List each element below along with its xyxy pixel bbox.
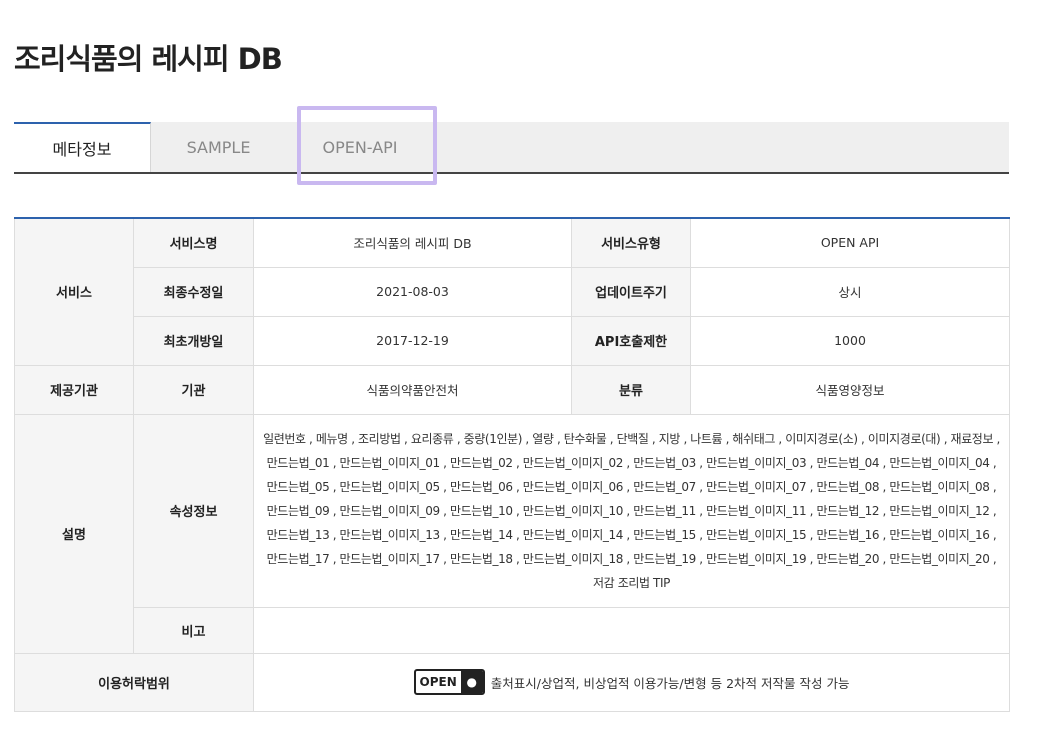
license-scope-label: 이용허락범위: [14, 652, 254, 712]
last-modified-value: 2021-08-03: [253, 266, 572, 317]
table-row: 서비스 서비스명 조리식품의 레시피 DB 서비스유형 OPEN API: [14, 217, 1010, 366]
table-row: 비고: [15, 606, 1010, 654]
attribute-info-label: 속성정보: [133, 413, 254, 608]
api-limit-value: 1000: [690, 315, 1010, 366]
attribution-person-icon: ●: [460, 671, 483, 693]
open-license-badge: OPEN ●: [413, 669, 485, 695]
service-name-label: 서비스명: [133, 217, 254, 268]
page-title: 조리식품의 레시피 DB: [14, 42, 283, 76]
first-open-label: 최초개방일: [133, 315, 254, 366]
provider-group-header: 제공기관: [14, 364, 134, 415]
tab-bar: 메타정보 SAMPLE OPEN-API: [14, 122, 1009, 174]
tab-sample[interactable]: SAMPLE: [151, 122, 286, 172]
category-value: 식품영양정보: [690, 364, 1010, 415]
note-label: 비고: [133, 606, 254, 654]
update-cycle-value: 상시: [690, 266, 1010, 317]
license-description: 출처표시/상업적, 비상업적 이용가능/변형 등 2차적 저작물 작성 가능: [490, 675, 850, 691]
update-cycle-label: 업데이트주기: [571, 266, 691, 317]
org-value: 식품의약품안전처: [253, 364, 572, 415]
api-limit-label: API호출제한: [571, 315, 691, 366]
category-label: 분류: [571, 364, 691, 415]
note-value: [253, 606, 1010, 654]
attribute-info-value: 일련번호 , 메뉴명 , 조리방법 , 요리종류 , 중량(1인분) , 열량 …: [253, 413, 1010, 608]
description-group-header: 설명: [14, 413, 134, 654]
service-type-value: OPEN API: [690, 217, 1010, 268]
last-modified-label: 최종수정일: [133, 266, 254, 317]
org-label: 기관: [133, 364, 254, 415]
table-row: 최초개방일 2017-12-19 API호출제한 1000: [15, 315, 1010, 366]
tab-open-api[interactable]: OPEN-API: [298, 122, 422, 172]
license-scope-value: OPEN ● 출처표시/상업적, 비상업적 이용가능/변형 등 2차적 저작물 …: [253, 652, 1010, 712]
table-row: 설명 속성정보 일련번호 , 메뉴명 , 조리방법 , 요리종류 , 중량(1인…: [14, 413, 1010, 654]
first-open-value: 2017-12-19: [253, 315, 572, 366]
table-row: 제공기관 기관 식품의약품안전처 분류 식품영양정보: [14, 364, 1010, 415]
service-type-label: 서비스유형: [571, 217, 691, 268]
metadata-table: 서비스 서비스명 조리식품의 레시피 DB 서비스유형 OPEN API 최종수…: [14, 217, 1010, 712]
open-license-badge-text: OPEN: [419, 675, 457, 689]
tab-metadata[interactable]: 메타정보: [14, 122, 151, 172]
service-group-header: 서비스: [14, 217, 134, 366]
table-row: 이용허락범위 OPEN ● 출처표시/상업적, 비상업적 이용가능/변형 등 2…: [14, 652, 1010, 712]
table-row: 최종수정일 2021-08-03 업데이트주기 상시: [15, 266, 1010, 317]
service-name-value: 조리식품의 레시피 DB: [253, 217, 572, 268]
